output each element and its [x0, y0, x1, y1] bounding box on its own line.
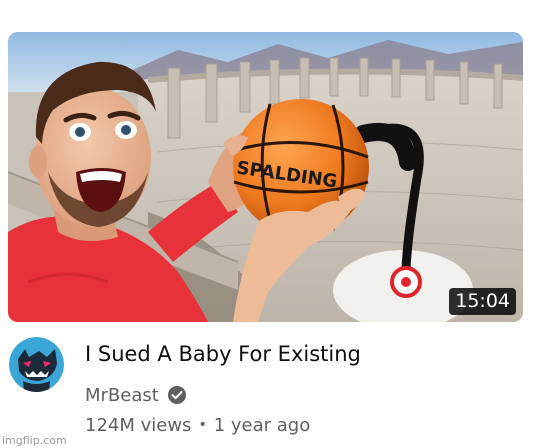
video-thumbnail[interactable]: SPALDING 15:04	[8, 32, 523, 322]
video-card: SPALDING 15:04 I Sued A Baby For Existin…	[0, 0, 557, 448]
watermark: imgflip.com	[2, 434, 67, 447]
video-title[interactable]: I Sued A Baby For Existing	[85, 341, 525, 367]
channel-avatar[interactable]	[9, 337, 64, 392]
view-count: 124M views	[85, 414, 192, 436]
channel-link[interactable]: MrBeast	[85, 383, 187, 407]
check-circle-icon	[167, 386, 186, 404]
channel-name: MrBeast	[85, 384, 159, 406]
video-duration-badge: 15:04	[449, 288, 516, 315]
beast-logo-icon	[9, 337, 64, 392]
upload-age: 1 year ago	[213, 414, 311, 436]
meta-separator: •	[198, 417, 207, 433]
thumbnail-image: SPALDING	[8, 32, 523, 322]
video-meta: 124M views • 1 year ago	[85, 413, 310, 437]
